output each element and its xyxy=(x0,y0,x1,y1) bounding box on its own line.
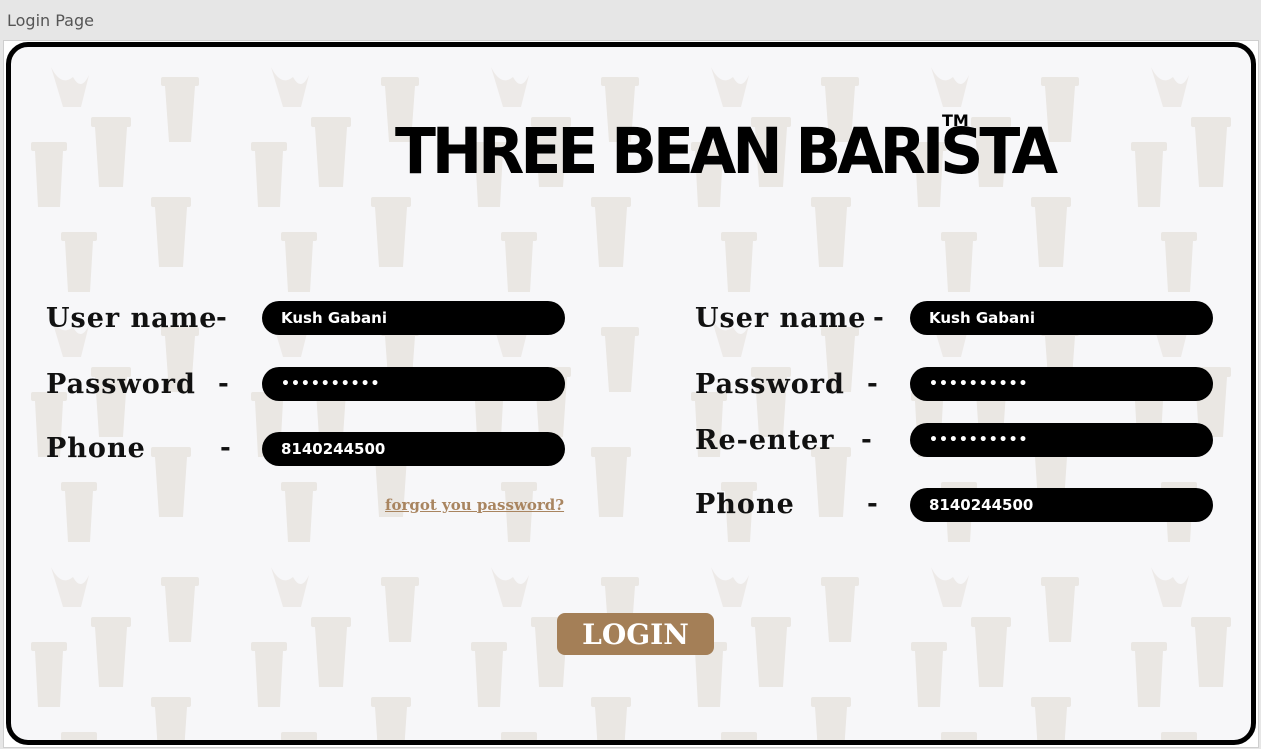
login-username-input[interactable] xyxy=(262,301,565,335)
signup-username-input[interactable] xyxy=(910,301,1213,335)
trademark-symbol: TM xyxy=(942,111,969,130)
login-username-dash: - xyxy=(216,303,227,333)
signup-password-input[interactable] xyxy=(910,367,1213,401)
login-button[interactable]: LOGIN xyxy=(557,613,714,655)
login-phone-dash: - xyxy=(220,433,231,463)
signup-reenter-label: Re-enter xyxy=(695,425,835,456)
login-username-label: User name xyxy=(46,303,218,334)
window-title: Login Page xyxy=(7,11,94,30)
signup-phone-dash: - xyxy=(867,489,878,519)
signup-phone-label: Phone xyxy=(695,489,795,520)
signup-reenter-dash: - xyxy=(861,425,872,455)
signup-phone-input[interactable] xyxy=(910,488,1213,522)
login-password-input[interactable] xyxy=(262,367,565,401)
window-titlebar: Login Page xyxy=(0,0,1261,40)
signup-username-label: User name xyxy=(695,303,867,334)
login-phone-input[interactable] xyxy=(262,432,565,466)
login-panel: THREE BEAN BARISTA TM User name - Passwo… xyxy=(6,42,1256,745)
login-password-label: Password xyxy=(46,369,196,400)
signup-reenter-input[interactable] xyxy=(910,423,1213,457)
signup-password-dash: - xyxy=(867,369,878,399)
login-phone-label: Phone xyxy=(46,433,146,464)
signup-password-label: Password xyxy=(695,369,845,400)
login-password-dash: - xyxy=(218,369,229,399)
forgot-password-link[interactable]: forgot you password? xyxy=(385,496,564,514)
signup-username-dash: - xyxy=(873,303,884,333)
